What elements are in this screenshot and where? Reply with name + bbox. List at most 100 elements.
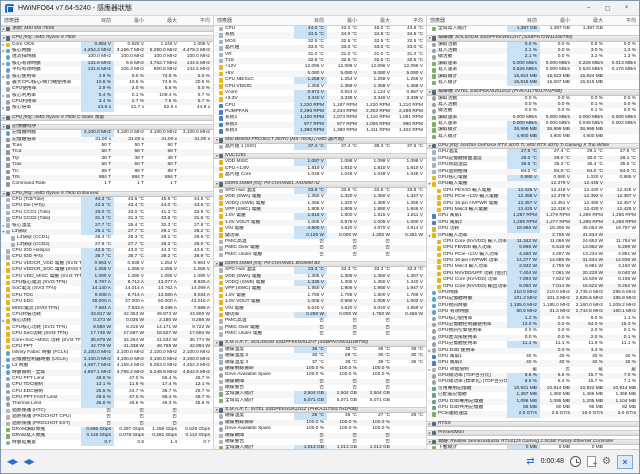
device-icon [6, 27, 10, 32]
yes-no-icon [219, 434, 223, 439]
usage-icon [432, 348, 436, 353]
usage-icon [6, 87, 10, 92]
voltage-icon [6, 332, 10, 337]
ratio-icon [6, 182, 10, 187]
minimize-button[interactable]: – [580, 3, 597, 14]
temperature-icon [219, 27, 223, 32]
device-icon [6, 192, 10, 197]
temperature-icon [219, 360, 223, 365]
header-sensor[interactable]: 感應器 [214, 17, 294, 24]
section-header[interactable]: ▸CPU [#0]: AMD Ryzen 9 7900 C-State 殘留 [1, 115, 213, 121]
device-icon [219, 408, 223, 413]
value-min: 37.4 °C [327, 144, 360, 150]
voltage-icon [437, 246, 441, 251]
usage-icon [6, 383, 10, 388]
voltage-icon [219, 294, 223, 299]
fan-icon [219, 110, 223, 115]
header-max[interactable]: 最大 [360, 17, 393, 24]
temperature-icon [432, 150, 436, 155]
sensor-row[interactable]: PCIe連結速度2.5 GT/s2.5 GT/s16.0 GT/s3.0 GT/… [427, 411, 639, 417]
voltage-icon [219, 173, 223, 178]
sensor-row[interactable]: ▸核心倍率43.5 x31.7 x52.5 x44.8 x [1, 105, 213, 111]
clock-icon [6, 68, 10, 73]
voltage-icon [219, 307, 223, 312]
plus-icon: + [593, 462, 597, 468]
header-max[interactable]: 最大 [573, 17, 606, 24]
header-max[interactable]: 最大 [147, 17, 180, 24]
voltage-icon [219, 65, 223, 70]
header-current[interactable]: 目前 [294, 17, 327, 24]
header-avg[interactable]: 平均 [393, 17, 426, 24]
temperature-icon [219, 189, 223, 194]
section-header[interactable]: ▸PresentMon [427, 430, 639, 436]
voltage-icon [437, 272, 441, 277]
section-header[interactable]: ▸系統: MSI MS-7E06 [1, 26, 213, 32]
data-rate-icon [432, 27, 436, 32]
ratio-icon [6, 106, 10, 111]
temperature-icon [6, 223, 10, 228]
temperature-icon [11, 236, 15, 241]
window-title: HWiNFO64 v7.64-5240 - 感應器狀態 [18, 3, 132, 13]
value-min: 1.048 V [327, 172, 360, 178]
temperature-icon [6, 230, 10, 235]
value-max: 1.048 V [360, 172, 393, 178]
header-current[interactable]: 目前 [507, 17, 540, 24]
sensor-row[interactable]: 晶片組 1 (SIO)37.4 °C37.4 °C38.3 °C37.6 °C [214, 144, 426, 150]
sensor-row[interactable]: 晶片組 Core1.048 V1.048 V1.048 V1.048 V [214, 172, 426, 178]
fan-icon [432, 214, 436, 219]
sync-arrows-icon[interactable]: ⇄ [526, 456, 534, 467]
voltage-icon [437, 208, 441, 213]
value-min: 1 T [114, 181, 147, 187]
usage-icon [432, 43, 436, 48]
header-sensor[interactable]: 感應器 [1, 17, 81, 24]
device-icon [219, 154, 223, 159]
move-value-right-button[interactable]: ◀▶ [23, 457, 33, 466]
voltage-icon [6, 43, 10, 48]
ratio-icon [6, 163, 10, 168]
header-min[interactable]: 最小 [114, 17, 147, 24]
value-min: 1,390 RPM [327, 128, 360, 134]
memory-icon [432, 387, 436, 392]
value-current: 4,900 MB [507, 134, 540, 140]
device-icon [432, 440, 436, 445]
sensor-column-left: 感應器 目前 最小 最大 平均 ▸系統: MSI MS-7E06▾CPU [#0… [1, 16, 214, 449]
voltage-icon [219, 313, 223, 318]
close-sensors-button[interactable]: × [617, 455, 633, 469]
maximize-button[interactable]: ▢ [599, 3, 616, 14]
header-current[interactable]: 目前 [81, 17, 114, 24]
data-rate-icon [432, 135, 436, 140]
header-min[interactable]: 最小 [540, 17, 573, 24]
sensor-row[interactable]: 時脈延展量0.70.51.40.7 [1, 440, 213, 446]
voltage-icon [219, 78, 223, 83]
temperature-icon [6, 249, 10, 254]
temperature-icon [219, 59, 223, 64]
close-button[interactable]: × [618, 3, 635, 14]
voltage-icon [437, 285, 441, 290]
value-max: 否 [360, 252, 393, 258]
usage-icon [6, 390, 10, 395]
header-sensor[interactable]: 感應器 [427, 17, 507, 24]
data-rate-icon [432, 74, 436, 79]
move-value-left-button[interactable]: ◀▶ [7, 457, 17, 466]
value-avg: 36 °C [393, 360, 426, 366]
header-avg[interactable]: 平均 [606, 17, 639, 24]
clock-icon[interactable] [570, 456, 581, 467]
usage-icon [6, 81, 10, 86]
sensor-label: 核心倍率 [12, 105, 81, 111]
value-avg: 26 °C [393, 413, 426, 419]
temperature-icon [219, 40, 223, 45]
header-min[interactable]: 最小 [327, 17, 360, 24]
logging-start-icon[interactable]: + [587, 456, 596, 467]
value-current: 37.4 °C [294, 144, 327, 150]
sensor-label: 系統3 [225, 128, 294, 134]
voltage-icon [219, 97, 223, 102]
header-avg[interactable]: 平均 [180, 17, 213, 24]
voltage-icon [6, 326, 10, 331]
settings-gear-icon[interactable]: ⚙ [602, 457, 611, 467]
yes-no-icon [432, 368, 436, 373]
sensor-row[interactable]: 系統31,390 RPM1,390 RPM1,411 RPM1,402 RPM [214, 128, 426, 134]
value-current: 15,515 MB [507, 80, 540, 86]
clock-icon [432, 304, 436, 309]
section-header[interactable]: ▸RTSS [427, 421, 639, 427]
temperature-icon [432, 170, 436, 175]
